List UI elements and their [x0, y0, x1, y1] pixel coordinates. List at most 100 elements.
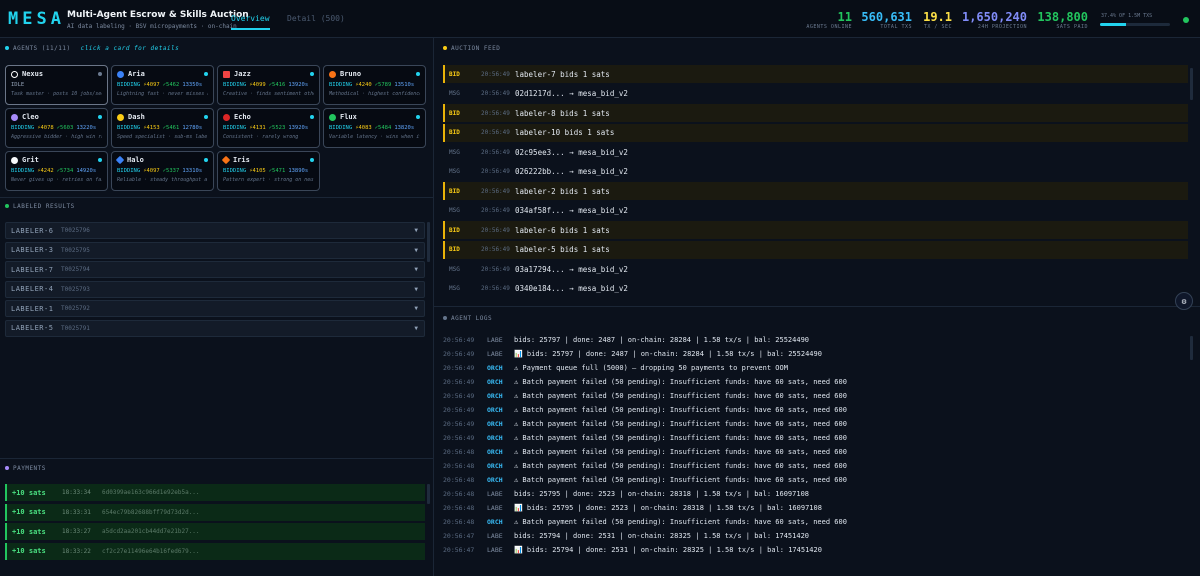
feed-text: 0340e184... → mesa_bid_v2: [515, 284, 628, 293]
agent-name: Flux: [340, 113, 357, 121]
labeler-name: LABELER-7: [11, 265, 54, 274]
app-logo: MESA: [8, 9, 65, 29]
agent-stats-row: BIDDING ⚡4240 ✓5789 13510s: [329, 82, 420, 88]
agent-card-header: Echo: [223, 113, 314, 121]
feed-row: MSG 20:56:49 02d1217d... → mesa_bid_v2: [443, 85, 1188, 103]
filter-toggle-button[interactable]: ⚙: [1175, 292, 1193, 310]
feed-tag: MSG: [449, 90, 460, 97]
tab-detail[interactable]: Detail (500): [287, 14, 345, 30]
feed-time: 20:56:49: [481, 90, 510, 97]
chevron-down-icon: ▼: [414, 246, 418, 254]
agent-wins: ✓5789: [374, 82, 392, 88]
tab-overview[interactable]: Overview: [231, 14, 270, 30]
feed-tag: BID: [449, 109, 460, 117]
agent-card-echo[interactable]: Echo BIDDING ⚡4131 ✓5523 13920s Consistent · …: [217, 108, 320, 148]
log-message: ⚠ Payment queue full (5000) — dropping 5…: [514, 364, 788, 372]
log-time: 20:56:48: [443, 476, 475, 484]
payment-row[interactable]: +10 sats 18:33:34 6d0399ae163c966d1e92eb5a…: [5, 484, 425, 501]
log-message: 📊 bids: 25795 | done: 2523 | on-chain: 2…: [514, 504, 822, 512]
log-row: 20:56:48 ORCH ⚠ Batch payment failed (50 p…: [443, 459, 1188, 473]
agent-card-flux[interactable]: Flux BIDDING ⚡4083 ✓5484 13820s Variable late…: [323, 108, 426, 148]
stat-agents-online: 11 AGENTS ONLINE: [806, 10, 852, 30]
payments-scrollbar[interactable]: [427, 484, 430, 504]
agent-stats-row: BIDDING ⚡4099 ✓5416 13920s: [223, 82, 314, 88]
payment-time: 18:33:31: [62, 508, 91, 516]
stat-total-txs: 560,631 TOTAL TXS: [861, 10, 912, 30]
agent-card-halo[interactable]: Halo BIDDING ⚡4097 ✓5337 13310s Reliable · st…: [111, 151, 214, 191]
log-source: LABE: [487, 504, 503, 512]
feed-scrollbar[interactable]: [1190, 68, 1193, 100]
divider: [434, 306, 1200, 307]
log-source: ORCH: [487, 518, 503, 526]
labeled-result-row[interactable]: LABELER-3 T0025795 ▼: [5, 241, 425, 259]
labeled-result-row[interactable]: LABELER-5 T0025791 ▼: [5, 319, 425, 337]
payment-row[interactable]: +10 sats 18:33:27 a5dcd2aa201cb44dd7e21b27…: [5, 523, 425, 540]
agent-card-header: Cleo: [11, 113, 102, 121]
agent-earnings: 13220s: [76, 125, 97, 131]
agent-card-header: Dash: [117, 113, 208, 121]
feed-text: labeler-2 bids 1 sats: [515, 186, 610, 196]
agent-earnings: 13820s: [394, 125, 415, 131]
agent-description: Variable latency · wins when it c...: [329, 134, 420, 140]
labeled-result-row[interactable]: LABELER-1 T0025792 ▼: [5, 300, 425, 317]
labeled-scrollbar[interactable]: [427, 222, 430, 262]
log-row: 20:56:48 LABE 📊 bids: 25795 | done: 2523 |…: [443, 501, 1188, 515]
labeler-name: LABELER-1: [11, 304, 54, 313]
labeled-result-row[interactable]: LABELER-4 T0025793 ▼: [5, 280, 425, 298]
agent-card-header: Nexus: [11, 70, 102, 78]
feed-tag: MSG: [449, 207, 460, 214]
labeled-result-row[interactable]: LABELER-7 T0025794 ▼: [5, 261, 425, 278]
agent-card-dash[interactable]: Dash BIDDING ⚡4153 ✓5461 12780s Speed special…: [111, 108, 214, 148]
feed-row: MSG 20:56:49 034af58f... → mesa_bid_v2: [443, 202, 1188, 220]
agent-description: Never gives up · retries on failure: [11, 177, 102, 183]
task-id: T0025795: [61, 246, 90, 254]
agent-card-iris[interactable]: Iris BIDDING ⚡4105 ✓5471 13890s Pattern exper…: [217, 151, 320, 191]
agent-status-dot: [310, 72, 314, 76]
agent-status: IDLE: [11, 82, 25, 88]
agents-section-header: AGENTS (11/11) click a card for details: [5, 41, 425, 55]
agent-card-bruno[interactable]: Bruno BIDDING ⚡4240 ✓5789 13510s Methodical ·…: [323, 65, 426, 105]
title-block: Multi-Agent Escrow & Skills Auction AI d…: [67, 10, 249, 30]
payment-row[interactable]: +10 sats 18:33:31 654ec79b82688bff79d73d2d…: [5, 503, 425, 521]
agent-status: BIDDING: [223, 125, 247, 131]
agent-bids: ⚡4131: [249, 125, 266, 131]
feed-row: BID 20:56:49 labeler-8 bids 1 sats: [443, 104, 1188, 122]
agent-wins: ✓5484: [374, 125, 392, 131]
labeled-result-row[interactable]: LABELER-6 T0025796 ▼: [5, 222, 425, 239]
agent-bids: ⚡4078: [37, 125, 54, 131]
agent-card-header: Aria: [117, 70, 208, 78]
divider: [0, 197, 433, 198]
agent-name: Grit: [22, 156, 39, 164]
payment-row[interactable]: +10 sats 18:33:22 cf2c27e11496e64b16fed679…: [5, 542, 425, 560]
payment-amount: +10 sats: [12, 547, 46, 555]
log-row: 20:56:48 ORCH ⚠ Batch payment failed (50 p…: [443, 515, 1188, 529]
agent-avatar-icon: [329, 70, 336, 78]
agent-description: Methodical · highest confidence...: [329, 91, 420, 97]
agent-status: BIDDING: [223, 168, 247, 174]
payment-time: 18:33:27: [62, 528, 91, 535]
app-subtitle: AI data labeling · BSV micropayments · o…: [67, 23, 237, 30]
chevron-down-icon: ▼: [414, 266, 418, 273]
agent-card-cleo[interactable]: Cleo BIDDING ⚡4078 ✓5603 13220s Aggressive bi…: [5, 108, 108, 148]
agent-avatar-icon: [223, 70, 230, 78]
agent-bids: ⚡4097: [143, 168, 160, 174]
agent-card-header: Halo: [115, 155, 208, 165]
feed-text: 03a17294... → mesa_bid_v2: [515, 264, 628, 274]
log-time: 20:56:49: [443, 378, 475, 386]
progress-bar: [1100, 23, 1170, 26]
payments-section-title: PAYMENTS: [13, 464, 46, 472]
chevron-down-icon: ▼: [414, 227, 418, 234]
agent-status: BIDDING: [329, 125, 353, 131]
agent-card-nexus[interactable]: Nexus IDLE Task master · posts 10 jobs/sec: [5, 65, 108, 105]
agent-card-grit[interactable]: Grit BIDDING ⚡4242 ✓5734 14920s Never gives u…: [5, 151, 108, 191]
log-message: bids: 25794 | done: 2531 | on-chain: 283…: [514, 532, 810, 540]
agent-card-jazz[interactable]: Jazz BIDDING ⚡4099 ✓5416 13920s Creative · fi…: [217, 65, 320, 105]
log-message: 📊 bids: 25794 | done: 2531 | on-chain: 2…: [514, 546, 822, 554]
log-time: 20:56:47: [443, 546, 475, 554]
section-dot-icon: [5, 204, 9, 208]
feed-row: BID 20:56:49 labeler-10 bids 1 sats: [443, 123, 1188, 142]
log-time: 20:56:49: [443, 420, 475, 428]
logs-scrollbar[interactable]: [1190, 336, 1193, 360]
agent-card-aria[interactable]: Aria BIDDING ⚡4097 ✓5462 13350s Lightning fas…: [111, 65, 214, 105]
log-source: ORCH: [487, 434, 503, 442]
